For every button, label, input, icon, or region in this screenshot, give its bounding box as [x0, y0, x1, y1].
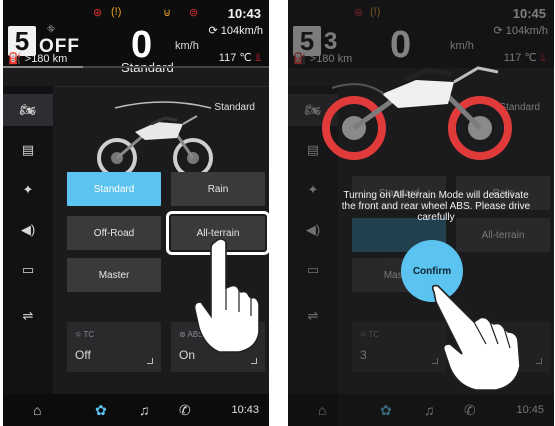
clock: 10:45 — [512, 6, 546, 21]
temperature-value: 117 ℃ — [218, 52, 252, 64]
mode-rain-button[interactable]: Rain — [171, 172, 265, 206]
thermometer-icon: ⫫ — [254, 52, 261, 64]
range-value: >180 km — [24, 53, 68, 65]
temperature-readout: 117 ℃ ⫫ — [219, 51, 261, 65]
satellite-icon[interactable]: ✦ — [17, 182, 39, 198]
speed-unit: km/h — [450, 40, 474, 52]
motorcycle-image — [322, 66, 512, 160]
satellite-icon[interactable]: ✦ — [302, 182, 324, 198]
bottom-bar: ⌂ ✿ ♫ ✆ 10:43 — [3, 394, 269, 426]
speed-limit: ⟳ 104km/h — [208, 25, 263, 37]
engine-warning-icon: ⊛ — [93, 7, 103, 19]
phone-icon[interactable]: ✆ — [464, 402, 476, 419]
dashboard-screen-before: ⊛ (!) ⊍ ⊜ 10:43 ⟳ 104km/h 5 ⛗ OFF 0 km/h… — [3, 0, 269, 426]
dashboard-screen-confirm: ⊛ (!) 10:45 ⟳ 104km/h 5 3 0 km/h ⛽ >180 … — [288, 0, 554, 426]
card-corner-icon — [147, 358, 153, 364]
music-icon[interactable]: ♫ — [424, 402, 435, 418]
dashboard-icon[interactable]: ▤ — [17, 142, 39, 158]
pointing-hand-icon — [193, 238, 260, 353]
oil-warning-icon: ⊜ — [189, 7, 199, 19]
tc-value: Off — [75, 348, 91, 362]
tc-card[interactable]: ⛗ TC Off — [67, 322, 161, 372]
motorcycle-icon[interactable]: 🏍 — [17, 102, 39, 118]
bottom-bar: ⌂ ✿ ♫ ✆ 10:45 — [288, 394, 554, 426]
range-readout: ⛽ >180 km — [8, 53, 68, 65]
card-corner-icon — [536, 358, 542, 364]
mode-standard-button[interactable]: Standard — [67, 172, 161, 206]
phone-icon[interactable]: ✆ — [179, 402, 191, 419]
bottom-clock: 10:43 — [231, 404, 259, 416]
sidebar: 🏍 ▤ ✦ ◀) ▭ ⇌ — [3, 86, 53, 426]
sliders-icon[interactable]: ⇌ — [302, 308, 324, 324]
display-icon[interactable]: ▭ — [17, 262, 39, 278]
clock: 10:43 — [227, 6, 261, 21]
abs-warning-icon: (!) — [370, 6, 381, 18]
display-icon[interactable]: ▭ — [302, 262, 324, 278]
divider — [53, 86, 269, 87]
speaker-icon[interactable]: ◀) — [17, 222, 39, 238]
pointing-hand-icon — [431, 284, 521, 391]
settings-icon[interactable]: ✿ — [95, 402, 107, 419]
speed-limit: ⟳ 104km/h — [493, 25, 548, 37]
traction-icon: ⛗ — [47, 24, 55, 35]
settings-icon[interactable]: ✿ — [380, 402, 392, 419]
tc-label: ⛗ TC — [75, 330, 95, 339]
tc-label-text: TC — [368, 330, 380, 339]
speed-limit-value: 104km/h — [505, 25, 548, 37]
mode-offroad-button[interactable]: Off-Road — [67, 216, 161, 250]
abs-warning-message: Turning on All-terrain Mode will deactiv… — [341, 190, 531, 223]
range-bar-fill — [3, 66, 83, 68]
music-icon[interactable]: ♫ — [139, 402, 150, 418]
tc-label: ⛗ TC — [360, 330, 380, 339]
speed-unit: km/h — [175, 40, 199, 52]
tc-label-text: TC — [83, 330, 95, 339]
tire-pressure-icon: ⊍ — [163, 7, 172, 19]
range-bar — [3, 66, 269, 68]
bottom-clock: 10:45 — [516, 404, 544, 416]
home-icon[interactable]: ⌂ — [33, 402, 41, 418]
sliders-icon[interactable]: ⇌ — [17, 308, 39, 324]
mode-allterrain-button[interactable]: All-terrain — [456, 218, 550, 252]
engine-warning-icon: ⊛ — [354, 7, 364, 19]
motorcycle-image — [97, 101, 213, 178]
mode-master-button[interactable]: Master — [67, 258, 161, 292]
home-icon[interactable]: ⌂ — [318, 402, 326, 418]
abs-warning-icon: (!) — [111, 6, 122, 18]
tc-value: 3 — [360, 348, 367, 362]
card-corner-icon — [251, 358, 257, 364]
speed-limit-value: 104km/h — [220, 25, 263, 37]
speaker-icon[interactable]: ◀) — [302, 222, 324, 238]
status-bar: ⊛ (!) ⊍ ⊜ 10:43 ⟳ 104km/h 5 ⛗ OFF 0 km/h… — [3, 0, 269, 75]
